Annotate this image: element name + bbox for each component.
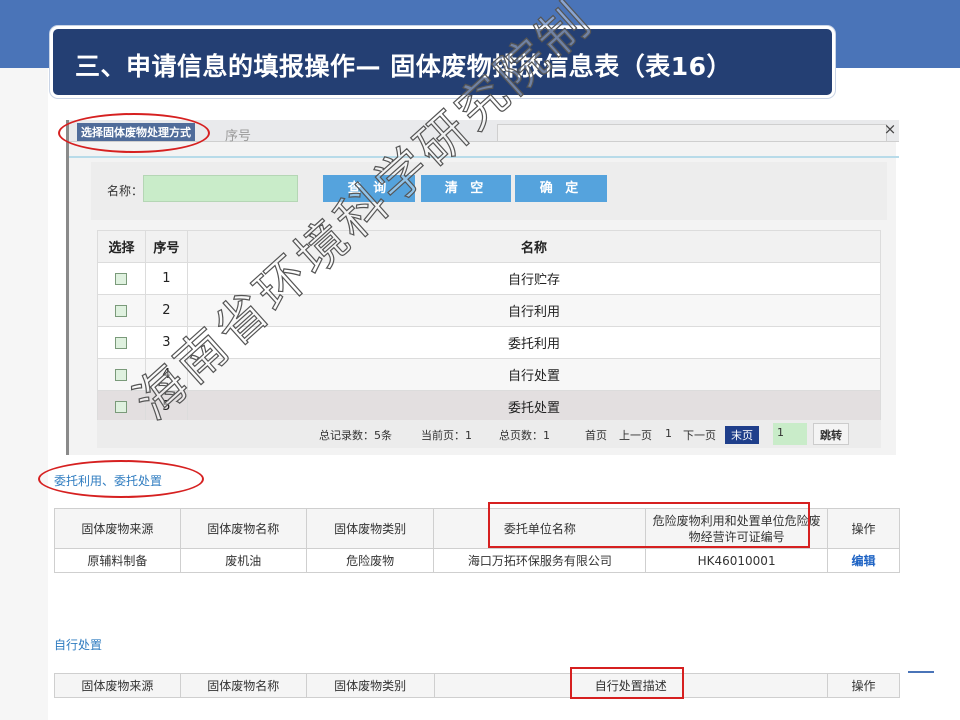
- select-checkbox[interactable]: [115, 272, 128, 285]
- pager-page-input[interactable]: 1: [773, 423, 807, 445]
- pager-next-link[interactable]: 下一页: [683, 427, 716, 443]
- column-header-seq: 序号: [144, 230, 188, 263]
- select-checkbox[interactable]: [115, 400, 128, 413]
- column-header-waste-name: 固体废物名称: [179, 508, 307, 549]
- cell-waste-name: 废机油: [179, 548, 307, 573]
- left-strip: [0, 68, 48, 720]
- cell-source: 原辅料制备: [54, 548, 181, 573]
- column-header-action: 操作: [827, 673, 900, 698]
- pager-total: 总记录数：5条: [319, 429, 392, 442]
- pager-last-link[interactable]: 末页: [725, 426, 759, 444]
- column-header-category: 固体废物类别: [305, 673, 435, 698]
- pager-page-number[interactable]: 1: [665, 427, 672, 440]
- highlight-oval-dialog-title: [58, 113, 210, 153]
- pager-current: 当前页：1: [421, 429, 472, 442]
- table-header-row: 选择 序号 名称: [97, 230, 882, 263]
- table-row: 原辅料制备 废机油 危险废物 海口万拓环保服务有限公司 HK46010001 编…: [54, 548, 900, 573]
- highlight-oval-entrusted: [38, 460, 204, 498]
- table-row[interactable]: 2 自行利用: [97, 294, 882, 327]
- cell-license: HK46010001: [645, 548, 829, 573]
- row-name: 委托利用: [186, 326, 882, 359]
- background-seq-label: 序号: [225, 129, 252, 144]
- search-panel: 名称： 查 询 清 空 确 定: [91, 162, 887, 220]
- column-header-source: 固体废物来源: [54, 673, 181, 698]
- cell-entrusted-unit: 海口万拓环保服务有限公司: [433, 548, 647, 573]
- clear-button[interactable]: 清 空: [421, 175, 511, 202]
- pager-prev-link[interactable]: 上一页: [619, 427, 652, 443]
- divider: [69, 156, 899, 158]
- background-input: [497, 124, 887, 142]
- query-button[interactable]: 查 询: [323, 175, 415, 202]
- section-label-self-disposal: 自行处置: [54, 638, 103, 652]
- column-header-action: 操作: [827, 508, 900, 549]
- select-checkbox[interactable]: [115, 368, 128, 381]
- row-seq: 3: [144, 326, 188, 359]
- table-header-row: 固体废物来源 固体废物名称 固体废物类别 自行处置描述 操作: [54, 673, 900, 698]
- cell-category: 危险废物: [305, 548, 435, 573]
- pager-pages: 总页数：1: [499, 429, 550, 442]
- column-header-source: 固体废物来源: [54, 508, 181, 549]
- slide-title-box: 三、申请信息的填报操作— 固体废物排放信息表（表16）: [50, 26, 835, 98]
- table-row[interactable]: 4 自行处置: [97, 358, 882, 391]
- select-checkbox[interactable]: [115, 336, 128, 349]
- table-row[interactable]: 3 委托利用: [97, 326, 882, 359]
- row-seq: 2: [144, 294, 188, 327]
- table-row[interactable]: 1 自行贮存: [97, 262, 882, 295]
- table-row[interactable]: 5 委托处置: [97, 390, 882, 423]
- select-disposal-dialog: 选择固体废物处理方式 序号 × 名称： 查 询 清 空 确 定 选择 序号 名称…: [66, 120, 899, 455]
- disposal-method-table: 选择 序号 名称 1 自行贮存 2 自行利用 3 委托利用 4 自行处置 5 委…: [97, 230, 882, 423]
- pager-first-link[interactable]: 首页: [585, 427, 607, 443]
- row-name: 自行利用: [186, 294, 882, 327]
- name-label: 名称：: [107, 184, 144, 198]
- highlight-rect-description: [570, 667, 684, 699]
- edit-link[interactable]: 编辑: [827, 548, 900, 573]
- confirm-button[interactable]: 确 定: [515, 175, 607, 202]
- select-checkbox[interactable]: [115, 304, 128, 317]
- highlight-rect-unit-license: [488, 502, 810, 548]
- row-name: 委托处置: [186, 390, 882, 423]
- row-name: 自行处置: [186, 358, 882, 391]
- row-seq: 1: [144, 262, 188, 295]
- close-icon[interactable]: ×: [881, 120, 899, 138]
- row-seq: 5: [144, 390, 188, 423]
- self-disposal-table: 固体废物来源 固体废物名称 固体废物类别 自行处置描述 操作: [54, 673, 900, 698]
- column-header-category: 固体废物类别: [305, 508, 435, 549]
- slide-title: 三、申请信息的填报操作— 固体废物排放信息表（表16）: [75, 52, 732, 81]
- column-header-name: 名称: [186, 230, 882, 263]
- name-search-input[interactable]: [143, 175, 298, 202]
- row-seq: 4: [144, 358, 188, 391]
- pager-jump-button[interactable]: 跳转: [813, 423, 849, 445]
- column-header-select: 选择: [97, 230, 146, 263]
- decorative-dash: [908, 671, 934, 673]
- pagination-bar: 总记录数：5条 当前页：1 总页数：1 首页 上一页 1 下一页 末页 1 跳转: [97, 420, 881, 448]
- row-name: 自行贮存: [186, 262, 882, 295]
- column-header-waste-name: 固体废物名称: [179, 673, 307, 698]
